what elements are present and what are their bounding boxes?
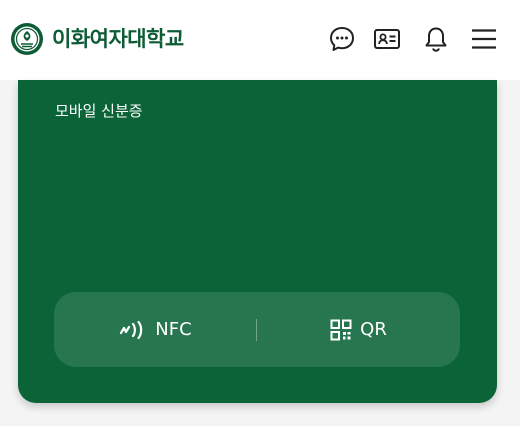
seal-graphic bbox=[11, 23, 43, 55]
qr-label: QR bbox=[360, 319, 387, 340]
qr-code-icon bbox=[330, 319, 352, 340]
university-seal-logo[interactable] bbox=[10, 22, 44, 56]
chat-bubble-icon[interactable] bbox=[327, 24, 357, 54]
menu-icon[interactable] bbox=[469, 24, 499, 54]
mobile-id-card: 모바일 신분증 NFC QR bbox=[18, 80, 497, 403]
id-card-icon[interactable] bbox=[372, 24, 402, 54]
bell-icon[interactable] bbox=[421, 24, 451, 54]
card-title: 모바일 신분증 bbox=[55, 102, 143, 120]
app-header: 이화여자대학교 bbox=[0, 0, 520, 80]
id-action-bar: NFC QR bbox=[54, 292, 460, 367]
nfc-button[interactable]: NFC bbox=[54, 292, 257, 367]
nfc-label: NFC bbox=[155, 319, 192, 340]
nfc-icon bbox=[120, 320, 143, 339]
brand-name[interactable]: 이화여자대학교 bbox=[52, 24, 184, 54]
qr-button[interactable]: QR bbox=[257, 292, 460, 367]
